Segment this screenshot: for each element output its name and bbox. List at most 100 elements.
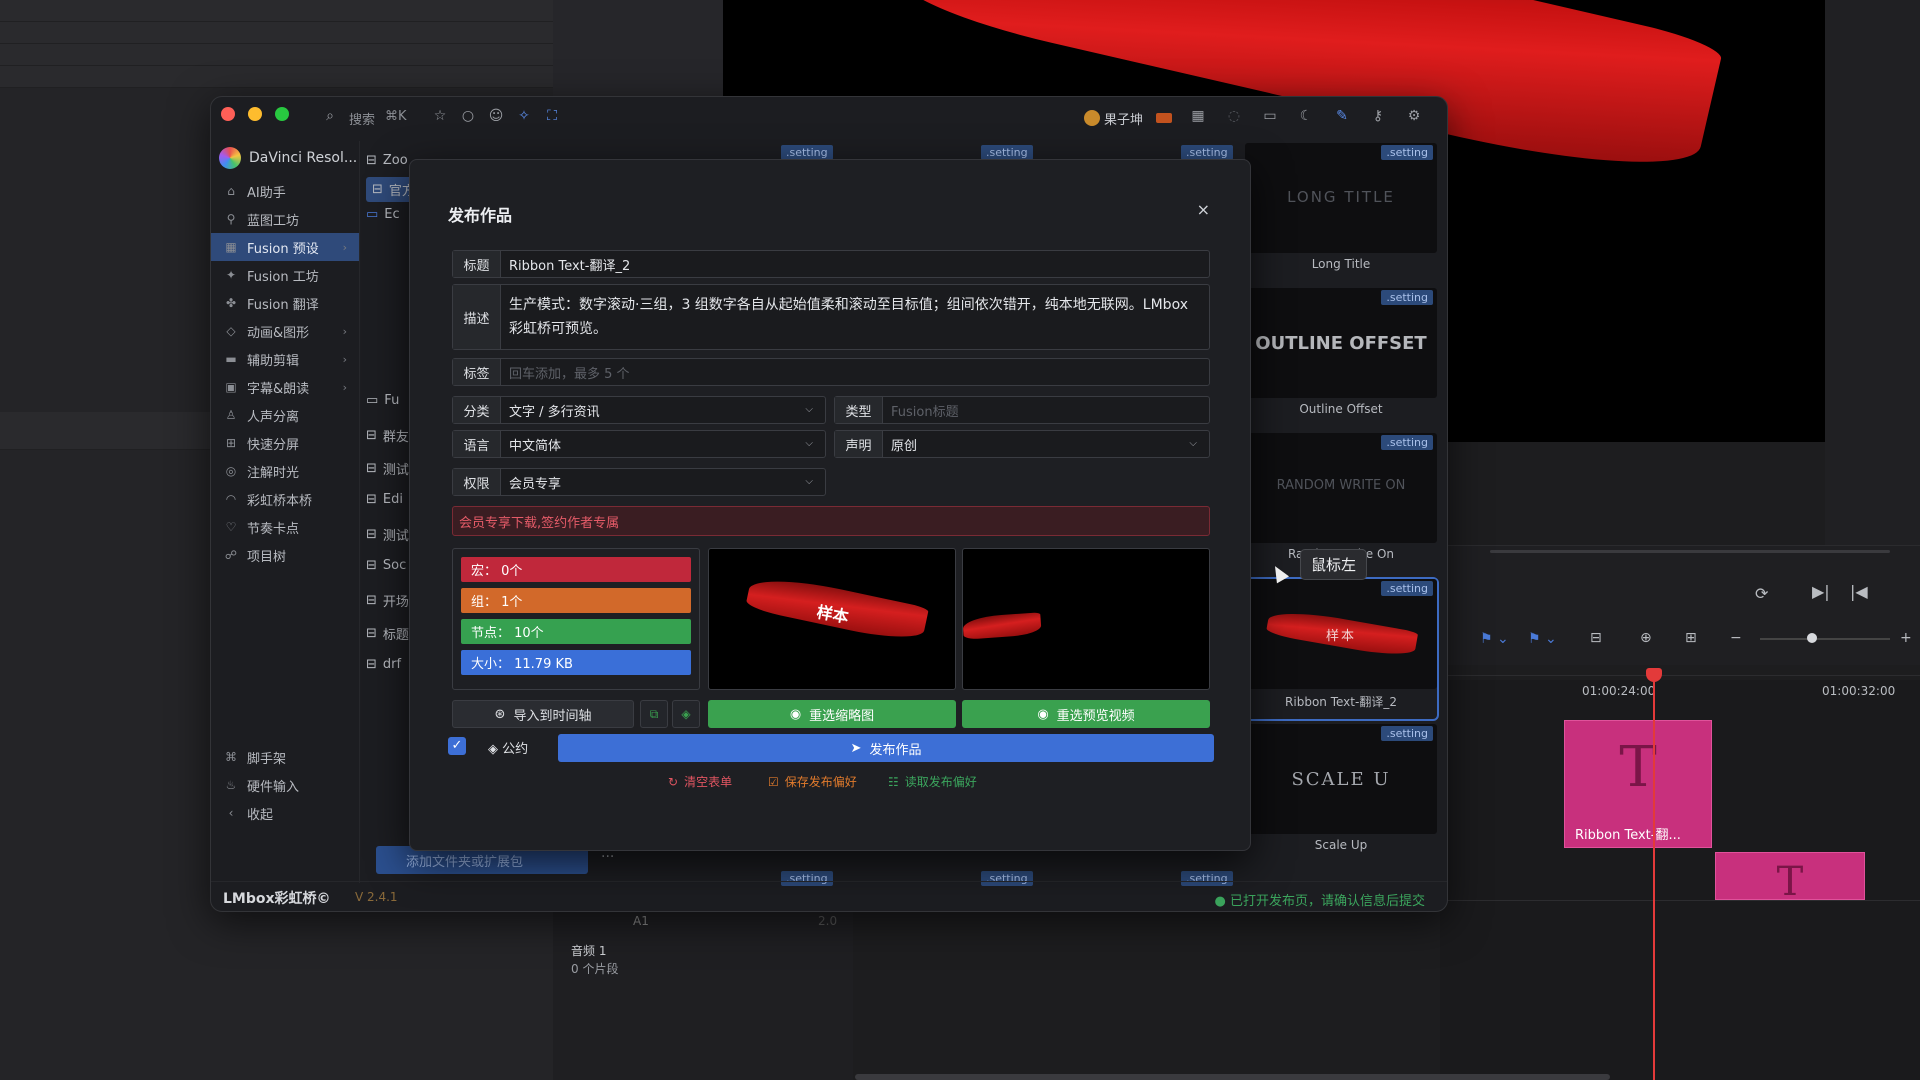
chat-icon[interactable]: ▭ — [1261, 107, 1279, 125]
zoom-window-button[interactable] — [275, 107, 289, 121]
sidebar-item-subtitles[interactable]: ▣ 字幕&朗读 › — [211, 373, 359, 401]
type-input[interactable]: Fusion标题 — [883, 397, 1209, 423]
sidebar-item-rainbow[interactable]: ◠ 彩虹桥本桥 — [211, 485, 359, 513]
pledge-label[interactable]: ◈ 公约 — [488, 738, 528, 757]
import-timeline-button[interactable]: ⊛ 导入到时间轴 — [452, 700, 634, 728]
sidebar-item-ai[interactable]: ⌂ AI助手 — [211, 177, 359, 205]
setting-tag: .setting — [1381, 435, 1433, 450]
sidebar-item-collapse[interactable]: ‹ 收起 — [211, 799, 359, 827]
next-frame-icon[interactable]: ▶| — [1812, 582, 1830, 601]
moon-icon[interactable]: ☾ — [1297, 107, 1315, 125]
folder-item[interactable]: ⊟ Zoo — [366, 153, 408, 168]
category-select[interactable]: 文字 / 多行资讯 ⌵ — [501, 397, 825, 423]
preset-thumb[interactable]: LONG TITLE .setting Long Title — [1245, 143, 1437, 283]
bulb-icon[interactable]: ◌ — [1225, 107, 1243, 125]
title-input[interactable]: Ribbon Text-翻译_2 — [501, 251, 1209, 277]
zoom-fit-icon[interactable]: ⊟ — [1590, 630, 1602, 646]
loop-icon[interactable]: ⟳ — [1755, 584, 1768, 603]
sidebar-item-split-screen[interactable]: ⊞ 快速分屏 — [211, 429, 359, 457]
publish-button[interactable]: ➤ 发布作品 — [558, 734, 1214, 762]
statement-select[interactable]: 原创 ⌵ — [883, 431, 1209, 457]
folder-label: Soc — [382, 558, 407, 573]
zoom-slider[interactable] — [1760, 638, 1890, 640]
reselect-thumbnail-button[interactable]: ◉ 重选缩略图 — [708, 700, 956, 728]
prev-frame-icon[interactable]: |◀ — [1850, 582, 1868, 601]
folder-item[interactable]: ▭ Ec — [366, 207, 400, 222]
permission-select[interactable]: 会员专享 ⌵ — [501, 469, 825, 495]
gear-icon[interactable]: ⚙ — [1405, 107, 1423, 125]
preset-thumb[interactable]: SCALE U .setting Scale Up — [1245, 724, 1437, 864]
user-icon[interactable]: ☺ — [487, 107, 505, 125]
circle-icon[interactable]: ○ — [459, 107, 477, 125]
timeline-clip-2[interactable]: T — [1715, 852, 1865, 905]
user-name[interactable]: 果子坤 — [1104, 109, 1143, 128]
pledge-checkbox[interactable]: ✓ — [448, 737, 466, 755]
bridge-icon[interactable]: ✧ — [515, 107, 533, 125]
reselect-video-button[interactable]: ◉ 重选预览视频 — [962, 700, 1210, 728]
close-window-button[interactable] — [221, 107, 235, 121]
source-app[interactable]: DaVinci Resol... — [219, 147, 357, 169]
more-icon[interactable]: ··· — [601, 849, 614, 865]
folder-item[interactable]: ⊟ 测试 — [366, 459, 409, 478]
timeline-scrollbar[interactable] — [855, 1074, 1610, 1080]
lmbox-window: ⌕ 搜索 ⌘K ☆ ○ ☺ ✧ ⛶ 果子坤 ▦ ◌ ▭ ☾ ✎ ⚷ ⚙ DaVi… — [210, 96, 1448, 912]
pin-icon[interactable]: ✎ — [1333, 107, 1351, 125]
sidebar-item-hardware[interactable]: ♨ 硬件输入 — [211, 771, 359, 799]
clear-form-link[interactable]: ↻ 清空表单 — [668, 773, 732, 790]
folder-item[interactable]: ⊟ 测试 — [366, 525, 409, 544]
jog-bar[interactable] — [1490, 550, 1890, 553]
sidebar-item-beat[interactable]: ♡ 节奏卡点 — [211, 513, 359, 541]
timeline-clip[interactable]: T Ribbon Text-翻... — [1564, 720, 1712, 848]
calendar-icon[interactable]: ▦ — [1189, 107, 1207, 125]
tag-icon[interactable]: ◈ — [672, 700, 700, 728]
sidebar-item-animation[interactable]: ◇ 动画&图形 › — [211, 317, 359, 345]
sidebar-item-scaffold[interactable]: ⌘ 脚手架 — [211, 743, 359, 771]
save-pref-link[interactable]: ☑ 保存发布偏好 — [768, 773, 857, 790]
folder-item[interactable]: ⊟ Edi — [366, 492, 403, 507]
tags-input[interactable]: 回车添加，最多 5 个 — [501, 359, 1209, 385]
minus-icon[interactable]: − — [1730, 630, 1742, 646]
chevron-down-icon: ⌵ — [805, 475, 813, 487]
copy-icon[interactable]: ⧉ — [640, 700, 668, 728]
setting-tag: .setting — [1381, 726, 1433, 741]
minimize-window-button[interactable] — [248, 107, 262, 121]
folder-item[interactable]: ⊟ 开场 — [366, 591, 409, 610]
star-icon[interactable]: ☆ — [431, 107, 449, 125]
thumbnail-preview[interactable]: 样本 — [708, 548, 956, 690]
sidebar-item-voice-sep[interactable]: ♙ 人声分离 — [211, 401, 359, 429]
folder-item[interactable]: ⊟ 群友 — [366, 426, 409, 445]
marker-icon[interactable]: ⚑ ⌄ — [1528, 631, 1557, 647]
field-label: 权限 — [453, 469, 501, 495]
titlebar: ⌕ 搜索 ⌘K ☆ ○ ☺ ✧ ⛶ 果子坤 ▦ ◌ ▭ ☾ ✎ ⚷ ⚙ — [211, 97, 1447, 141]
sidebar-item-assist-edit[interactable]: ▬ 辅助剪辑 › — [211, 345, 359, 373]
sidebar-item-fusion-workshop[interactable]: ✦ Fusion 工坊 — [211, 261, 359, 289]
video-preview[interactable] — [962, 548, 1210, 690]
preset-thumb[interactable]: OUTLINE OFFSET .setting Outline Offset — [1245, 288, 1437, 428]
search-label[interactable]: 搜索 — [349, 109, 375, 128]
close-icon[interactable]: × — [1197, 200, 1210, 219]
zoom-in-icon[interactable]: ⊕ — [1640, 630, 1652, 646]
check-circle-icon: ◉ — [1037, 706, 1049, 722]
plus-icon[interactable]: + — [1900, 630, 1912, 646]
frame-icon[interactable]: ⛶ — [543, 107, 561, 125]
playhead[interactable] — [1653, 670, 1655, 1080]
flag-icon[interactable]: ⚑ ⌄ — [1480, 631, 1509, 647]
sidebar-item-notes[interactable]: ◎ 注解时光 — [211, 457, 359, 485]
avatar[interactable] — [1084, 110, 1100, 126]
sidebar-item-fusion-presets[interactable]: ▦ Fusion 预设 › — [211, 233, 359, 261]
sidebar-item-tree[interactable]: ☍ 项目树 — [211, 541, 359, 569]
zoom-slider-knob[interactable] — [1807, 633, 1817, 643]
folder-item[interactable]: ⊟ Soc — [366, 558, 406, 573]
sidebar-item-blueprint[interactable]: ⚲ 蓝图工坊 — [211, 205, 359, 233]
key-icon[interactable]: ⚷ — [1369, 107, 1387, 125]
preset-thumb-selected[interactable]: 样本 .setting Ribbon Text-翻译_2 — [1243, 577, 1439, 721]
description-input[interactable]: 生产模式：数字滚动·三组，3 组数字各自从起始值柔和滚动至目标值；组间依次错开，… — [501, 285, 1209, 349]
load-pref-link[interactable]: ☷ 读取发布偏好 — [888, 773, 977, 790]
language-select[interactable]: 中文简体 ⌵ — [501, 431, 825, 457]
folder-item[interactable]: ⊟ drf — [366, 657, 401, 672]
folder-item[interactable]: ▭ Fu — [366, 393, 399, 408]
zoom-custom-icon[interactable]: ⊞ — [1685, 630, 1697, 646]
sidebar-item-fusion-translate[interactable]: ✤ Fusion 翻译 — [211, 289, 359, 317]
search-icon[interactable]: ⌕ — [321, 107, 339, 125]
folder-item[interactable]: ⊟ 标题 — [366, 624, 409, 643]
